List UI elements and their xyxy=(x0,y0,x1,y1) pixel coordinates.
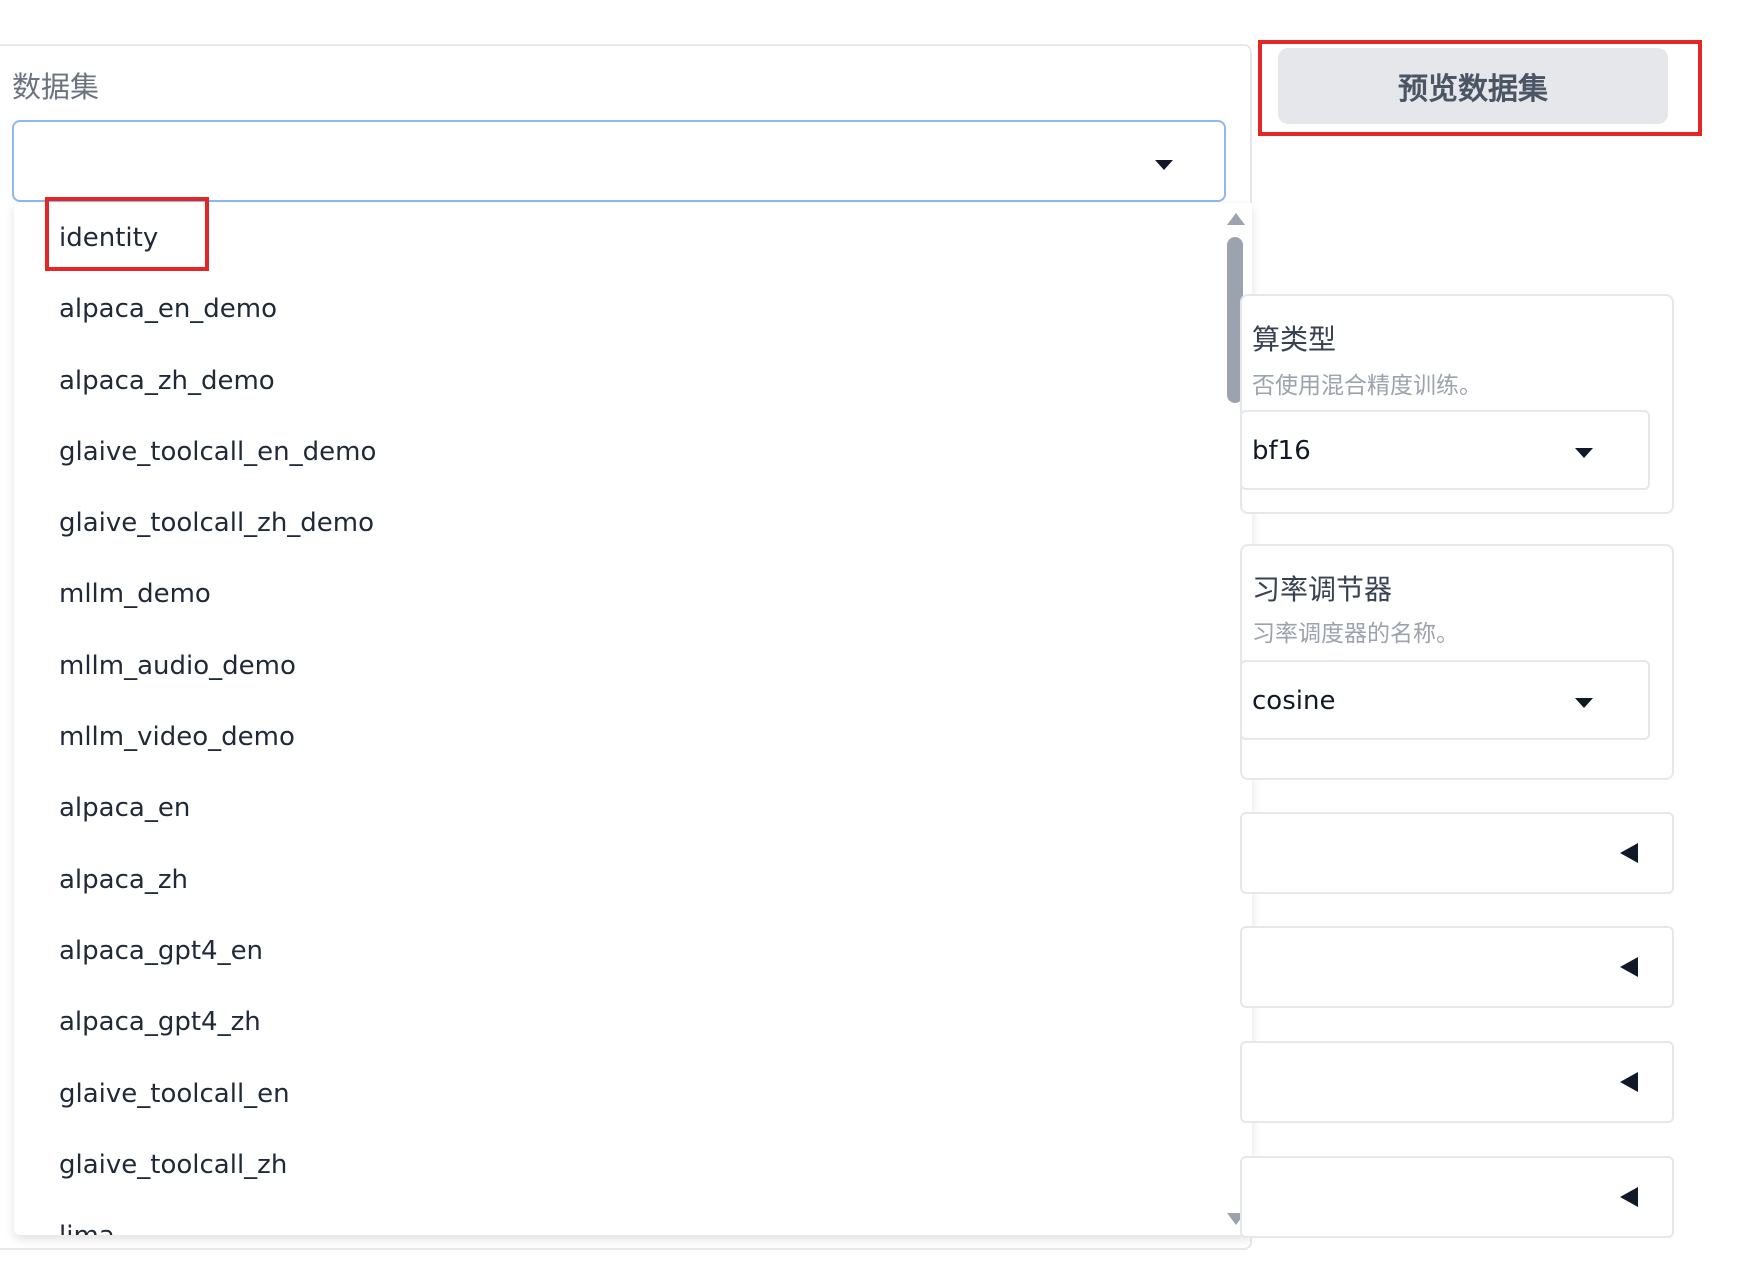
accordion-collapsed[interactable] xyxy=(1240,1156,1674,1238)
chevron-left-icon xyxy=(1620,1072,1638,1092)
dataset-option-alpaca-zh-demo[interactable]: alpaca_zh_demo xyxy=(14,346,1252,417)
chevron-down-icon xyxy=(1155,160,1173,170)
accordion-collapsed[interactable] xyxy=(1240,926,1674,1008)
dataset-dropdown-menu: identity alpaca_en_demo alpaca_zh_demo g… xyxy=(14,203,1252,1235)
chevron-left-icon xyxy=(1620,1187,1638,1207)
accordion-collapsed[interactable] xyxy=(1240,812,1674,894)
dataset-option-glaive-toolcall-zh-demo[interactable]: glaive_toolcall_zh_demo xyxy=(14,488,1252,559)
dataset-option-mllm-video-demo[interactable]: mllm_video_demo xyxy=(14,702,1252,773)
dataset-option-alpaca-en[interactable]: alpaca_en xyxy=(14,773,1252,844)
compute-type-title: 算类型 xyxy=(1252,323,1337,356)
dataset-option-alpaca-gpt4-zh[interactable]: alpaca_gpt4_zh xyxy=(14,987,1252,1058)
dataset-option-list: identity alpaca_en_demo alpaca_zh_demo g… xyxy=(14,203,1252,1235)
dataset-option-mllm-audio-demo[interactable]: mllm_audio_demo xyxy=(14,631,1252,702)
lr-scheduler-value: cosine xyxy=(1252,686,1336,716)
dataset-option-alpaca-en-demo[interactable]: alpaca_en_demo xyxy=(14,274,1252,345)
dataset-select[interactable] xyxy=(12,120,1226,202)
dataset-option-glaive-toolcall-zh[interactable]: glaive_toolcall_zh xyxy=(14,1130,1252,1201)
chevron-left-icon xyxy=(1620,843,1638,863)
dataset-option-mllm-demo[interactable]: mllm_demo xyxy=(14,559,1252,630)
accordion-collapsed[interactable] xyxy=(1240,1041,1674,1123)
dataset-option-identity[interactable]: identity xyxy=(14,203,1252,274)
lr-scheduler-description: 习率调度器的名称。 xyxy=(1252,621,1459,647)
dataset-option-alpaca-gpt4-en[interactable]: alpaca_gpt4_en xyxy=(14,916,1252,987)
dataset-label: 数据集 xyxy=(12,70,100,104)
compute-type-description: 否使用混合精度训练。 xyxy=(1252,373,1482,399)
preview-dataset-button[interactable]: 预览数据集 xyxy=(1278,48,1668,124)
scroll-up-arrow-icon[interactable] xyxy=(1227,213,1245,225)
dataset-option-glaive-toolcall-en-demo[interactable]: glaive_toolcall_en_demo xyxy=(14,417,1252,488)
dataset-option-glaive-toolcall-en[interactable]: glaive_toolcall_en xyxy=(14,1059,1252,1130)
dataset-option-alpaca-zh[interactable]: alpaca_zh xyxy=(14,845,1252,916)
lr-scheduler-title: 习率调节器 xyxy=(1252,573,1393,606)
chevron-left-icon xyxy=(1620,957,1638,977)
chevron-down-icon xyxy=(1575,448,1593,458)
dataset-option-lima[interactable]: lima xyxy=(14,1201,1252,1235)
chevron-down-icon xyxy=(1575,698,1593,708)
compute-type-value: bf16 xyxy=(1252,436,1311,466)
